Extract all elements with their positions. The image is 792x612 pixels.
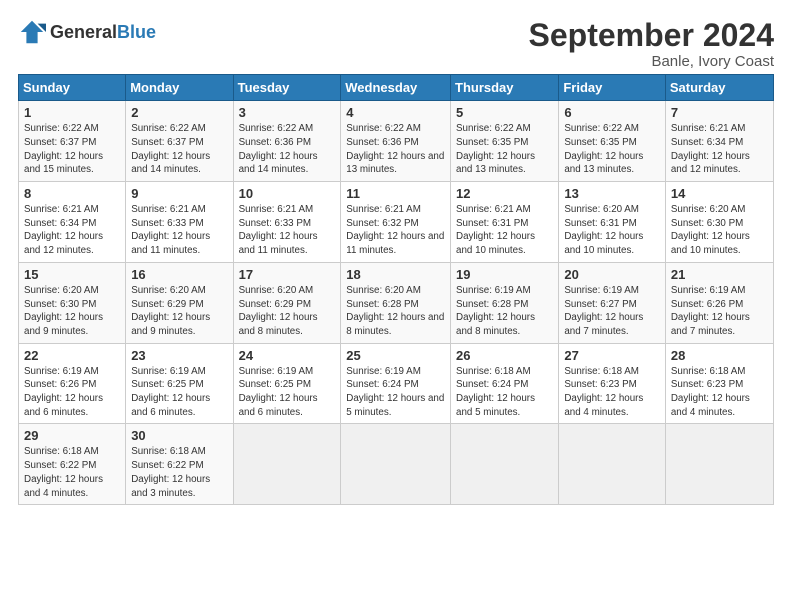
day-cell-21: 21 Sunrise: 6:19 AMSunset: 6:26 PMDaylig… <box>665 262 773 343</box>
day-cell-9: 9 Sunrise: 6:21 AMSunset: 6:33 PMDayligh… <box>126 182 233 263</box>
col-monday: Monday <box>126 75 233 101</box>
empty-cell-w5-thu <box>451 424 559 505</box>
day-cell-6: 6 Sunrise: 6:22 AMSunset: 6:35 PMDayligh… <box>559 101 666 182</box>
day-cell-3: 3 Sunrise: 6:22 AMSunset: 6:36 PMDayligh… <box>233 101 341 182</box>
col-friday: Friday <box>559 75 666 101</box>
col-saturday: Saturday <box>665 75 773 101</box>
calendar: Sunday Monday Tuesday Wednesday Thursday… <box>18 74 774 505</box>
day-cell-8: 8 Sunrise: 6:21 AMSunset: 6:34 PMDayligh… <box>19 182 126 263</box>
logo-general: GeneralBlue <box>50 22 156 43</box>
day-cell-17: 17 Sunrise: 6:20 AMSunset: 6:29 PMDaylig… <box>233 262 341 343</box>
month-title: September 2024 <box>529 18 774 53</box>
logo-icon <box>18 18 46 46</box>
day-cell-25: 25 Sunrise: 6:19 AMSunset: 6:24 PMDaylig… <box>341 343 451 424</box>
title-block: September 2024 Banle, Ivory Coast <box>529 18 774 70</box>
empty-cell-w5-tue <box>233 424 341 505</box>
day-cell-5: 5 Sunrise: 6:22 AMSunset: 6:35 PMDayligh… <box>451 101 559 182</box>
location-subtitle: Banle, Ivory Coast <box>529 53 774 70</box>
header: GeneralBlue September 2024 Banle, Ivory … <box>18 18 774 70</box>
col-thursday: Thursday <box>451 75 559 101</box>
day-cell-22: 22 Sunrise: 6:19 AMSunset: 6:26 PMDaylig… <box>19 343 126 424</box>
day-cell-4: 4 Sunrise: 6:22 AMSunset: 6:36 PMDayligh… <box>341 101 451 182</box>
calendar-week-5: 29 Sunrise: 6:18 AMSunset: 6:22 PMDaylig… <box>19 424 774 505</box>
day-cell-16: 16 Sunrise: 6:20 AMSunset: 6:29 PMDaylig… <box>126 262 233 343</box>
day-cell-30: 30 Sunrise: 6:18 AMSunset: 6:22 PMDaylig… <box>126 424 233 505</box>
day-cell-24: 24 Sunrise: 6:19 AMSunset: 6:25 PMDaylig… <box>233 343 341 424</box>
day-cell-1: 1 Sunrise: 6:22 AMSunset: 6:37 PMDayligh… <box>19 101 126 182</box>
day-cell-29: 29 Sunrise: 6:18 AMSunset: 6:22 PMDaylig… <box>19 424 126 505</box>
calendar-week-1: 1 Sunrise: 6:22 AMSunset: 6:37 PMDayligh… <box>19 101 774 182</box>
day-cell-20: 20 Sunrise: 6:19 AMSunset: 6:27 PMDaylig… <box>559 262 666 343</box>
day-cell-12: 12 Sunrise: 6:21 AMSunset: 6:31 PMDaylig… <box>451 182 559 263</box>
day-cell-13: 13 Sunrise: 6:20 AMSunset: 6:31 PMDaylig… <box>559 182 666 263</box>
col-sunday: Sunday <box>19 75 126 101</box>
calendar-week-3: 15 Sunrise: 6:20 AMSunset: 6:30 PMDaylig… <box>19 262 774 343</box>
day-cell-27: 27 Sunrise: 6:18 AMSunset: 6:23 PMDaylig… <box>559 343 666 424</box>
col-tuesday: Tuesday <box>233 75 341 101</box>
logo: GeneralBlue <box>18 18 156 46</box>
empty-cell-w5-sat <box>665 424 773 505</box>
calendar-week-4: 22 Sunrise: 6:19 AMSunset: 6:26 PMDaylig… <box>19 343 774 424</box>
calendar-header-row: Sunday Monday Tuesday Wednesday Thursday… <box>19 75 774 101</box>
day-cell-15: 15 Sunrise: 6:20 AMSunset: 6:30 PMDaylig… <box>19 262 126 343</box>
col-wednesday: Wednesday <box>341 75 451 101</box>
day-cell-7: 7 Sunrise: 6:21 AMSunset: 6:34 PMDayligh… <box>665 101 773 182</box>
day-cell-28: 28 Sunrise: 6:18 AMSunset: 6:23 PMDaylig… <box>665 343 773 424</box>
day-cell-23: 23 Sunrise: 6:19 AMSunset: 6:25 PMDaylig… <box>126 343 233 424</box>
day-cell-14: 14 Sunrise: 6:20 AMSunset: 6:30 PMDaylig… <box>665 182 773 263</box>
day-cell-2: 2 Sunrise: 6:22 AMSunset: 6:37 PMDayligh… <box>126 101 233 182</box>
empty-cell-w5-fri <box>559 424 666 505</box>
day-cell-18: 18 Sunrise: 6:20 AMSunset: 6:28 PMDaylig… <box>341 262 451 343</box>
day-cell-11: 11 Sunrise: 6:21 AMSunset: 6:32 PMDaylig… <box>341 182 451 263</box>
calendar-week-2: 8 Sunrise: 6:21 AMSunset: 6:34 PMDayligh… <box>19 182 774 263</box>
day-cell-19: 19 Sunrise: 6:19 AMSunset: 6:28 PMDaylig… <box>451 262 559 343</box>
empty-cell-w5-wed <box>341 424 451 505</box>
day-cell-26: 26 Sunrise: 6:18 AMSunset: 6:24 PMDaylig… <box>451 343 559 424</box>
day-cell-10: 10 Sunrise: 6:21 AMSunset: 6:33 PMDaylig… <box>233 182 341 263</box>
